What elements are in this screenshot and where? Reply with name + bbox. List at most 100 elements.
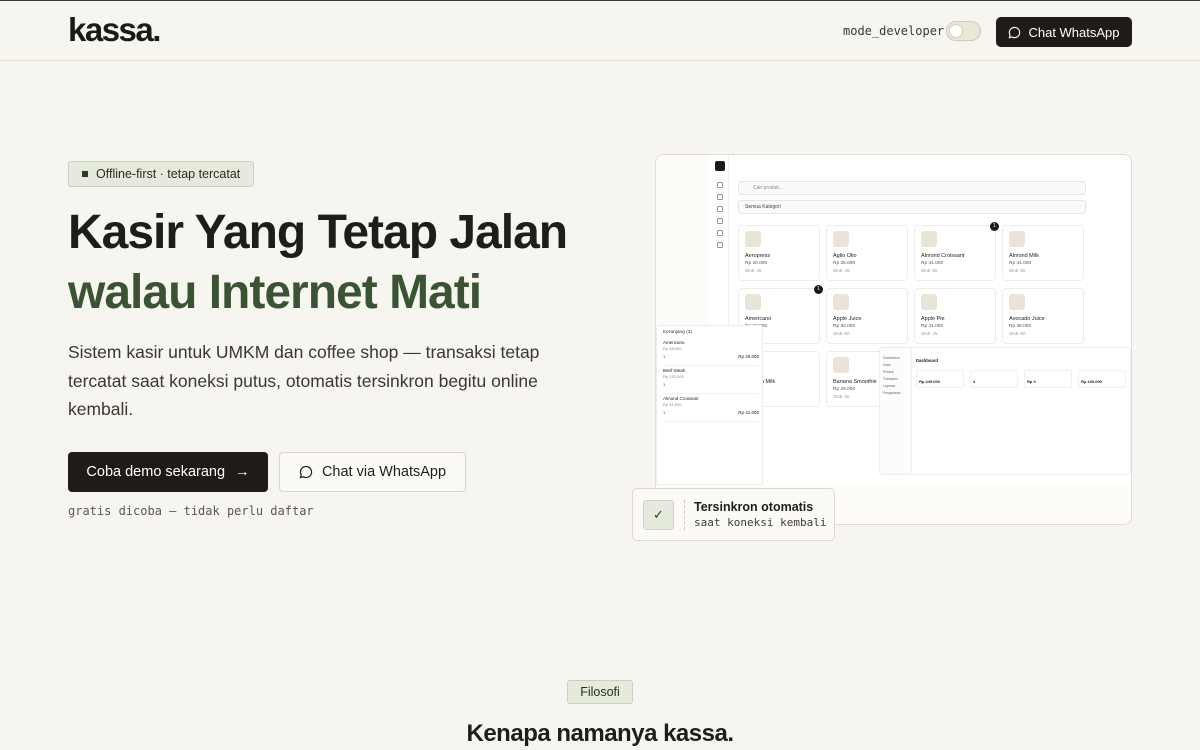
tag-icon (717, 230, 723, 236)
try-demo-label: Coba demo sekarang (86, 464, 226, 480)
dashboard-menu-item: Pengaturan (883, 391, 901, 395)
dashboard-menu-item: Laporan (883, 384, 896, 388)
dashboard-menu-item: Kasir (883, 363, 891, 367)
check-icon: ✓ (643, 500, 674, 530)
product-card: Apple Pie Rp 41.000 Stok: 45 (914, 288, 996, 344)
try-demo-button[interactable]: Coba demo sekarang → (68, 452, 268, 492)
dashboard-menu-item: Dashboard (883, 356, 900, 360)
product-name: Apple Pie (921, 316, 945, 322)
product-stock: Stok: 50 (1009, 331, 1026, 336)
store-icon (717, 218, 723, 224)
product-price: Rp 38.000 (1009, 324, 1032, 329)
section-title: Kenapa namanya kassa. (466, 720, 735, 747)
offline-badge-text: Offline-first · tetap tercatat (96, 167, 241, 181)
chat-via-whatsapp-label: Chat via WhatsApp (321, 464, 447, 480)
product-card: Aglio Olio Rp 35.000 Stok: 48 (826, 225, 908, 281)
product-price: Rp 35.000 (833, 261, 856, 266)
cart-item: Americano Rp 28.000 1 Rp 28.000 (663, 340, 759, 366)
dashboard-title: Dashboard (916, 358, 938, 363)
cart-count-badge: 1 (990, 222, 999, 231)
product-stock: Stok: 50 (833, 394, 850, 399)
logo[interactable]: kassa. (68, 11, 161, 49)
cart-item: Almond Croissant Rp 41.000 1 Rp 41.000 (663, 396, 759, 422)
users-icon (717, 206, 723, 212)
product-image (833, 231, 849, 247)
category-select: Semua Kategori (738, 200, 1086, 214)
product-price: Rp 32.000 (833, 324, 856, 329)
cart-item-price: Rp 28.000 (663, 346, 682, 351)
hero-description: Sistem kasir untuk UMKM dan coffee shop … (68, 342, 540, 419)
site-header: kassa. mode_developer Chat WhatsApp (0, 1, 1200, 61)
cart-item-qty: 1 (663, 410, 669, 415)
product-name: Aeropress (745, 253, 771, 259)
offline-badge: Offline-first · tetap tercatat (68, 161, 255, 187)
chat-whatsapp-button[interactable]: Chat WhatsApp (996, 17, 1132, 47)
chat-bubble-icon (299, 465, 313, 479)
product-card: Almond Croissant Rp 41.000 Stok: 50 1 (914, 222, 999, 281)
product-card: Almond Milk Rp 41.000 Stok: 50 (1002, 225, 1084, 281)
product-name: Almond Milk (1009, 253, 1039, 259)
cart-item-total: Rp 28.000 (738, 354, 759, 359)
product-image (1009, 231, 1025, 247)
app-screenshot-mockup: Cari produk... Semua Kategori Aeropress … (655, 154, 1132, 525)
product-name: Americano (745, 316, 772, 322)
dashboard-icon (717, 182, 723, 188)
cart-item: Beef Steak Rp 120.000 1 (663, 368, 759, 394)
product-image (1009, 294, 1025, 310)
product-image (833, 294, 849, 310)
product-name: Almond Croissant (921, 253, 965, 259)
chat-via-whatsapp-button[interactable]: Chat via WhatsApp (279, 452, 466, 492)
free-trial-note: gratis dicoba — tidak perlu daftar (68, 504, 314, 518)
stat-value: Rp 249.000 (919, 379, 940, 384)
dashed-divider (684, 500, 685, 530)
developer-mode-label: mode_developer (843, 24, 945, 38)
app-logo-icon (715, 161, 725, 171)
toggle-knob (949, 24, 963, 38)
product-stock: Stok: 46 (745, 268, 762, 273)
dashboard-menu-item: Produk (883, 370, 894, 374)
product-image (745, 231, 761, 247)
product-search: Cari produk... (738, 181, 1086, 195)
developer-mode-toggle[interactable] (946, 21, 981, 41)
dashboard-stat: Rp 0 (1024, 370, 1072, 388)
product-image (745, 294, 761, 310)
product-price: Rp 41.000 (921, 324, 944, 329)
dashboard-stat: Rp 249.000 (1078, 370, 1126, 388)
product-stock: Stok: 50 (1009, 268, 1026, 273)
cart-item-price: Rp 41.000 (663, 402, 682, 407)
product-price: Rp 41.000 (921, 261, 944, 266)
product-card: Apple Juice Rp 32.000 Stok: 50 (826, 288, 908, 344)
dashboard-sidebar: Dashboard Kasir Produk Transaksi Laporan… (880, 348, 912, 474)
cart-item-qty: 1 (663, 354, 669, 359)
product-price: Rp 41.000 (1009, 261, 1032, 266)
square-bullet-icon (82, 171, 88, 177)
hero-title-line1: Kasir Yang Tetap Jalan (68, 206, 568, 259)
receipt-icon (717, 194, 723, 200)
product-stock: Stok: 50 (921, 268, 938, 273)
cart-count-badge: 1 (814, 285, 823, 294)
product-image (833, 357, 849, 373)
cart-panel: Keranjang (3) Americano Rp 28.000 1 Rp 2… (656, 325, 763, 485)
product-name: Avocado Juice (1009, 316, 1045, 322)
sync-subtitle: saat koneksi kembali (694, 516, 827, 529)
chat-whatsapp-label: Chat WhatsApp (1028, 24, 1120, 40)
stat-value: Rp 249.000 (1081, 379, 1102, 384)
product-image (921, 294, 937, 310)
chat-bubble-icon (1008, 26, 1021, 39)
dashboard-stat: Rp 249.000 (916, 370, 964, 388)
hero-title-line2: walau Internet Mati (68, 266, 482, 319)
product-name: Banana Smoothie (833, 379, 877, 385)
cart-title: Keranjang (3) (663, 330, 693, 335)
section-badge: Filosofi (567, 680, 633, 704)
product-card: Avocado Juice Rp 38.000 Stok: 50 (1002, 288, 1084, 344)
arrow-right-icon: → (235, 464, 250, 480)
cart-item-name: Beef Steak (663, 368, 686, 373)
cart-item-total: Rp 41.000 (738, 410, 759, 415)
product-price: Rp 20.000 (745, 261, 768, 266)
product-stock: Stok: 50 (833, 331, 850, 336)
product-name: Apple Juice (833, 316, 862, 322)
stat-value: Rp 0 (1027, 379, 1036, 384)
cart-item-name: Almond Croissant (663, 396, 699, 401)
dashboard-panel: Dashboard Kasir Produk Transaksi Laporan… (879, 347, 1131, 475)
product-stock: Stok: 48 (833, 268, 850, 273)
